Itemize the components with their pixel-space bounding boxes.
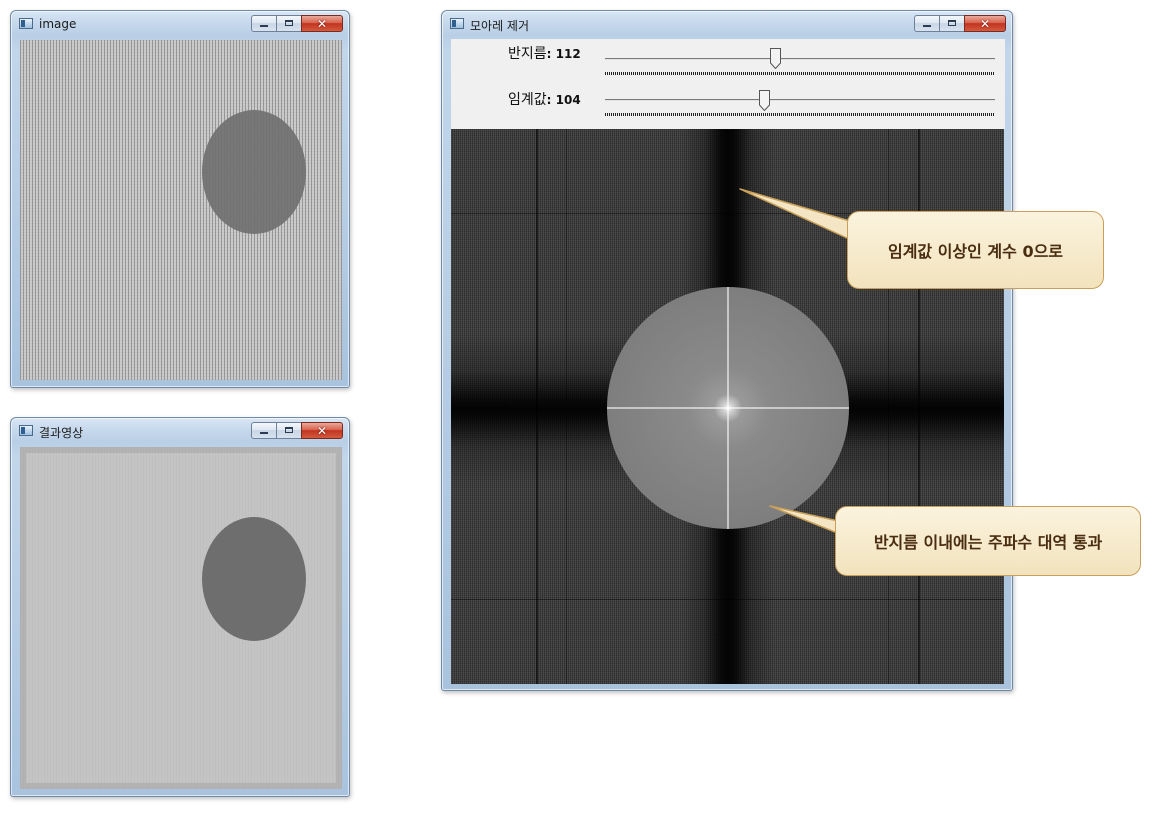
image-window-titlebar[interactable]: image ✕ <box>11 11 349 37</box>
close-icon: ✕ <box>979 17 991 31</box>
moire-window[interactable]: 모아레 제거 ✕ 반지름: 112 임계값: 104 <box>441 10 1013 691</box>
threshold-slider-thumb[interactable] <box>759 90 770 111</box>
trackbar-panel: 반지름: 112 임계값: 104 <box>451 39 1005 129</box>
radius-value: 112 <box>555 47 581 61</box>
close-button[interactable]: ✕ <box>301 422 343 439</box>
radius-trackbar-label: 반지름: 112 <box>508 46 581 62</box>
passband-circle <box>607 287 849 529</box>
threshold-track[interactable] <box>605 99 995 101</box>
threshold-trackbar-label: 임계값: 104 <box>508 92 581 108</box>
threshold-ticks <box>605 113 995 116</box>
threshold-label-text: 임계값 <box>508 92 547 108</box>
minimize-icon <box>260 432 268 434</box>
window-app-icon <box>450 18 464 29</box>
minimize-button[interactable] <box>914 15 939 32</box>
result-window[interactable]: 결과영상 ✕ <box>10 417 350 797</box>
maximize-button[interactable] <box>276 422 301 439</box>
result-canvas <box>20 447 342 789</box>
minimize-button[interactable] <box>251 422 276 439</box>
image-canvas <box>20 40 342 380</box>
result-window-title: 결과영상 <box>39 426 84 440</box>
window-app-icon <box>19 18 33 29</box>
result-window-titlebar[interactable]: 결과영상 ✕ <box>11 418 349 444</box>
radius-callout-text: 반지름 이내에는 주파수 대역 통과 <box>873 533 1103 552</box>
threshold-callout-text: 임계값 이상인 계수 0으로 <box>887 242 1064 261</box>
minimize-icon <box>260 25 268 27</box>
radius-callout: 반지름 이내에는 주파수 대역 통과 <box>835 506 1141 576</box>
minimize-button[interactable] <box>251 15 276 32</box>
moire-window-title: 모아레 제거 <box>470 19 530 33</box>
peak-line <box>451 599 1004 600</box>
minimize-icon <box>923 25 931 27</box>
maximize-button[interactable] <box>939 15 964 32</box>
radius-slider-thumb[interactable] <box>770 48 781 69</box>
window-app-icon <box>19 425 33 436</box>
moire-window-titlebar[interactable]: 모아레 제거 ✕ <box>442 11 1012 37</box>
close-icon: ✕ <box>316 17 328 31</box>
image-window[interactable]: image ✕ <box>10 10 350 388</box>
image-window-title: image <box>39 17 77 31</box>
dark-circle-shape <box>202 517 306 641</box>
close-icon: ✕ <box>316 424 328 438</box>
threshold-callout: 임계값 이상인 계수 0으로 <box>847 211 1104 289</box>
close-button[interactable]: ✕ <box>964 15 1006 32</box>
maximize-button[interactable] <box>276 15 301 32</box>
callout-pointer-threshold <box>739 188 861 245</box>
dark-circle-shape <box>202 110 306 234</box>
radius-label-text: 반지름 <box>508 46 547 62</box>
maximize-icon <box>285 20 293 26</box>
radius-ticks <box>605 72 995 75</box>
radius-track[interactable] <box>605 58 995 60</box>
maximize-icon <box>285 427 293 433</box>
close-button[interactable]: ✕ <box>301 15 343 32</box>
maximize-icon <box>948 20 956 26</box>
threshold-value: 104 <box>555 93 581 107</box>
